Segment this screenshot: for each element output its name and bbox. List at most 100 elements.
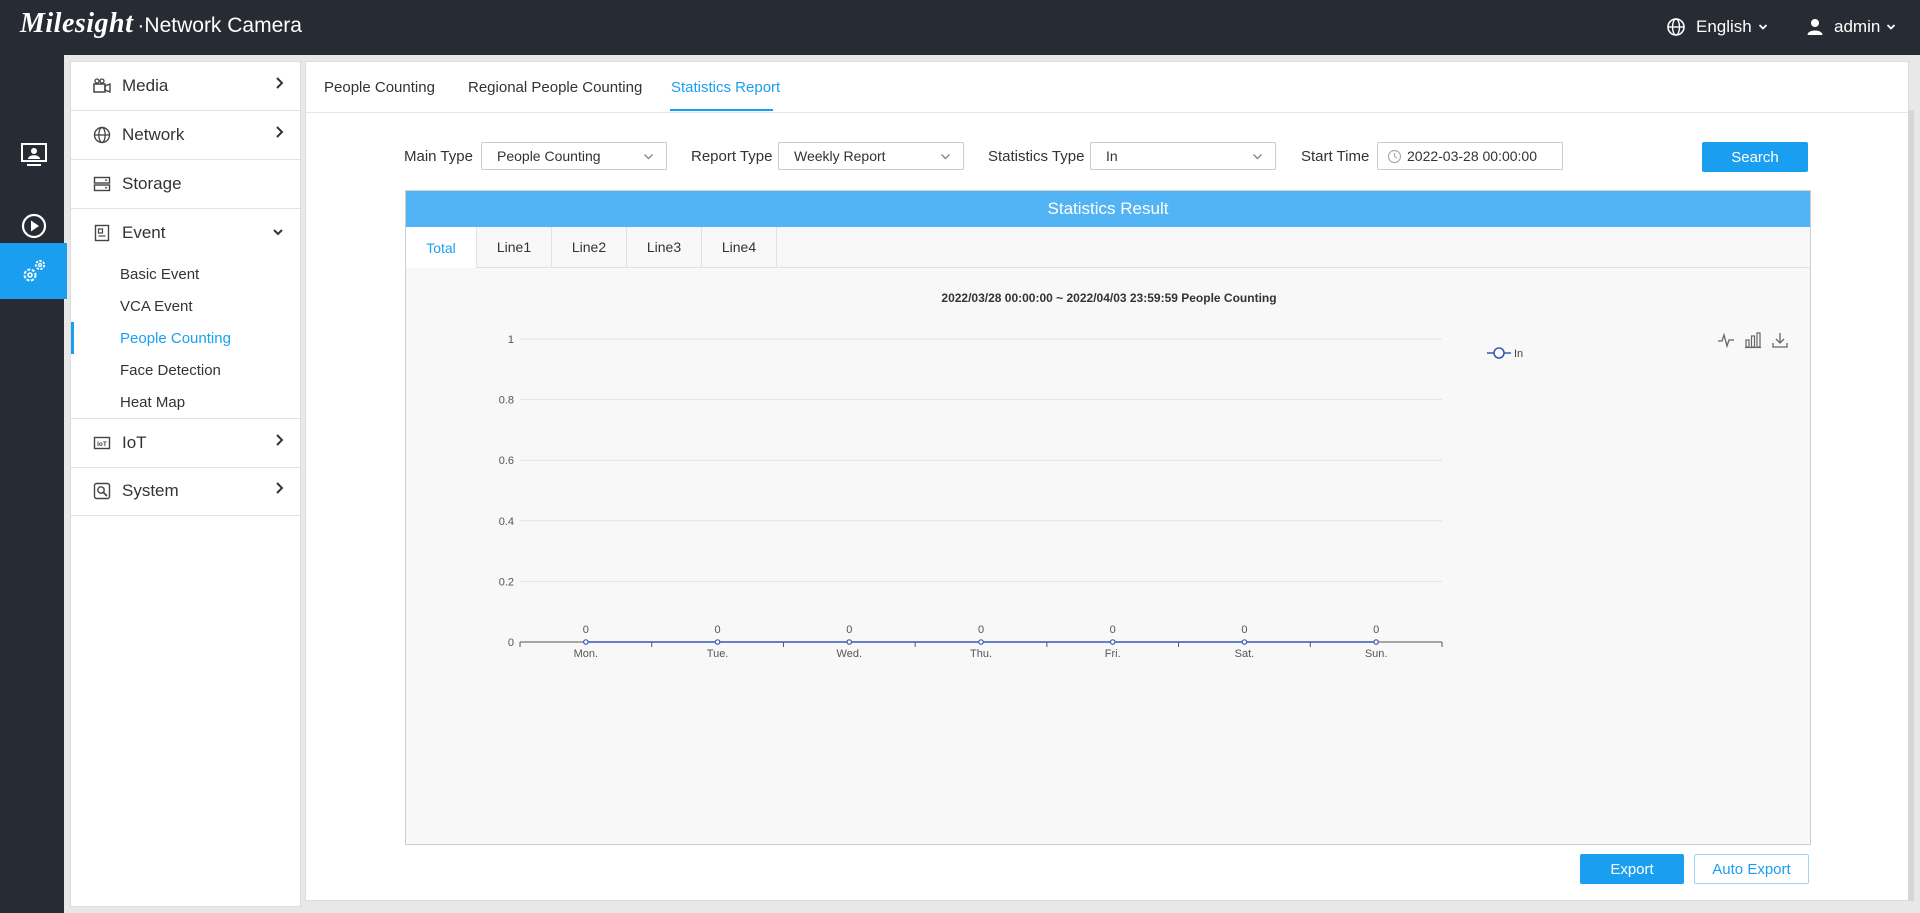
chevron-down-icon	[1887, 24, 1896, 30]
data-label: 0	[1110, 624, 1116, 636]
x-tick-label: Mon.	[574, 648, 598, 660]
tab-statistics-report[interactable]: Statistics Report	[671, 79, 780, 96]
live-view-icon	[20, 143, 47, 166]
globe-icon	[1667, 18, 1685, 36]
rail-live-view[interactable]	[0, 127, 67, 183]
chevron-right-icon	[276, 77, 284, 89]
rail-settings[interactable]	[0, 243, 67, 299]
main-panel: People Counting Regional People Counting…	[305, 61, 1909, 901]
data-point	[1373, 639, 1379, 645]
statistics-type-select[interactable]: In	[1090, 142, 1276, 170]
brand-logo: Milesight	[20, 8, 134, 39]
data-label: 0	[846, 624, 852, 636]
menu-network[interactable]: Network	[71, 111, 300, 160]
x-tick-label: Wed.	[837, 648, 862, 660]
user-menu[interactable]: admin	[1806, 14, 1906, 40]
menu-label: IoT	[122, 433, 147, 452]
sidebar-item-heat-map[interactable]: Heat Map	[71, 386, 300, 418]
data-label: 0	[1373, 624, 1379, 636]
sub-label: VCA Event	[120, 297, 193, 315]
x-tick-label: Thu.	[970, 648, 992, 660]
data-label: 0	[715, 624, 721, 636]
data-point	[978, 639, 984, 645]
y-tick-label: 0.8	[499, 395, 514, 407]
event-icon	[92, 223, 112, 243]
data-point	[583, 639, 589, 645]
data-point	[714, 639, 721, 645]
scrollbar[interactable]	[1908, 110, 1914, 901]
camera-icon	[92, 76, 112, 96]
sidebar-item-face-detection[interactable]: Face Detection	[71, 354, 300, 386]
menu-media[interactable]: Media	[71, 62, 300, 111]
tab-people-counting[interactable]: People Counting	[324, 79, 435, 96]
legend-marker	[1493, 347, 1505, 359]
people-counting-chart: 2022/03/28 00:00:00 ~ 2022/04/03 23:59:5…	[499, 291, 1523, 660]
data-label: 0	[978, 624, 984, 636]
chevron-down-icon	[273, 229, 283, 236]
menu-label: Storage	[122, 174, 182, 193]
tab-regional-people-counting[interactable]: Regional People Counting	[468, 79, 642, 96]
x-tick-label: Sun.	[1365, 648, 1388, 660]
menu-label: Event	[122, 223, 166, 242]
chevron-right-icon	[276, 434, 284, 446]
menu-system[interactable]: System	[71, 467, 300, 516]
language-selector[interactable]: English	[1666, 14, 1778, 40]
language-label: English	[1696, 17, 1752, 36]
chart-title: 2022/03/28 00:00:00 ~ 2022/04/03 23:59:5…	[941, 291, 1276, 305]
y-tick-label: 0	[508, 637, 514, 649]
page-tabs: People Counting Regional People Counting…	[306, 62, 1908, 113]
y-tick-label: 0.2	[499, 576, 514, 588]
chevron-right-icon	[276, 482, 284, 494]
x-tick-label: Sat.	[1235, 648, 1255, 660]
sub-label: Face Detection	[120, 361, 221, 379]
playback-icon	[21, 213, 46, 239]
chevron-down-icon	[1253, 154, 1262, 160]
sub-label: Heat Map	[120, 393, 186, 411]
clock-icon	[1387, 149, 1402, 163]
auto-export-button[interactable]: Auto Export	[1694, 854, 1809, 884]
globe-icon	[92, 125, 112, 145]
menu-event[interactable]: Event	[71, 209, 300, 257]
statistics-type-label: Statistics Type	[988, 148, 1085, 165]
settings-sidebar: Media Network Storage Event Basic Event …	[70, 61, 301, 907]
report-type-label: Report Type	[691, 148, 773, 165]
x-tick-label: Tue.	[707, 648, 729, 660]
left-rail	[0, 55, 67, 913]
line-chart-icon[interactable]	[1717, 331, 1735, 349]
sub-label: Basic Event	[120, 265, 200, 283]
y-tick-label: 0.4	[499, 516, 514, 528]
bar-chart-icon[interactable]	[1744, 331, 1762, 349]
user-label: admin	[1834, 17, 1881, 36]
product-name: ·Network Camera	[137, 14, 302, 37]
system-icon	[92, 481, 112, 501]
sidebar-item-basic-event[interactable]: Basic Event	[71, 258, 300, 290]
menu-label: Network	[122, 125, 185, 144]
data-label: 0	[1241, 624, 1247, 636]
legend-label: In	[1514, 348, 1523, 360]
menu-iot[interactable]: IoT IoT	[71, 418, 300, 468]
chevron-down-icon	[941, 154, 950, 160]
sidebar-item-people-counting[interactable]: People Counting	[71, 322, 300, 354]
y-tick-label: 1	[508, 334, 514, 346]
export-button[interactable]: Export	[1580, 854, 1684, 884]
search-button[interactable]: Search	[1702, 142, 1808, 172]
main-type-label: Main Type	[404, 148, 473, 165]
start-time-input[interactable]: 2022-03-28 00:00:00	[1377, 142, 1563, 170]
y-tick-label: 0.6	[499, 455, 514, 467]
statistics-result: Statistics Result Total Line1 Line2 Line…	[405, 190, 1811, 845]
brand: Milesight ·Network Camera	[20, 8, 302, 48]
sidebar-item-vca-event[interactable]: VCA Event	[71, 290, 300, 322]
svg-text:IoT: IoT	[97, 441, 107, 448]
menu-label: System	[122, 481, 179, 500]
download-icon[interactable]	[1771, 331, 1789, 349]
x-tick-label: Fri.	[1105, 648, 1121, 660]
start-time-label: Start Time	[1301, 148, 1370, 165]
report-type-select[interactable]: Weekly Report	[778, 142, 964, 170]
start-time-value: 2022-03-28 00:00:00	[1407, 148, 1537, 164]
chevron-down-icon	[644, 154, 653, 160]
main-type-select[interactable]: People Counting	[481, 142, 667, 170]
data-label: 0	[583, 624, 589, 636]
menu-storage[interactable]: Storage	[71, 160, 300, 209]
menu-label: Media	[122, 76, 169, 95]
chevron-down-icon	[1758, 24, 1767, 30]
